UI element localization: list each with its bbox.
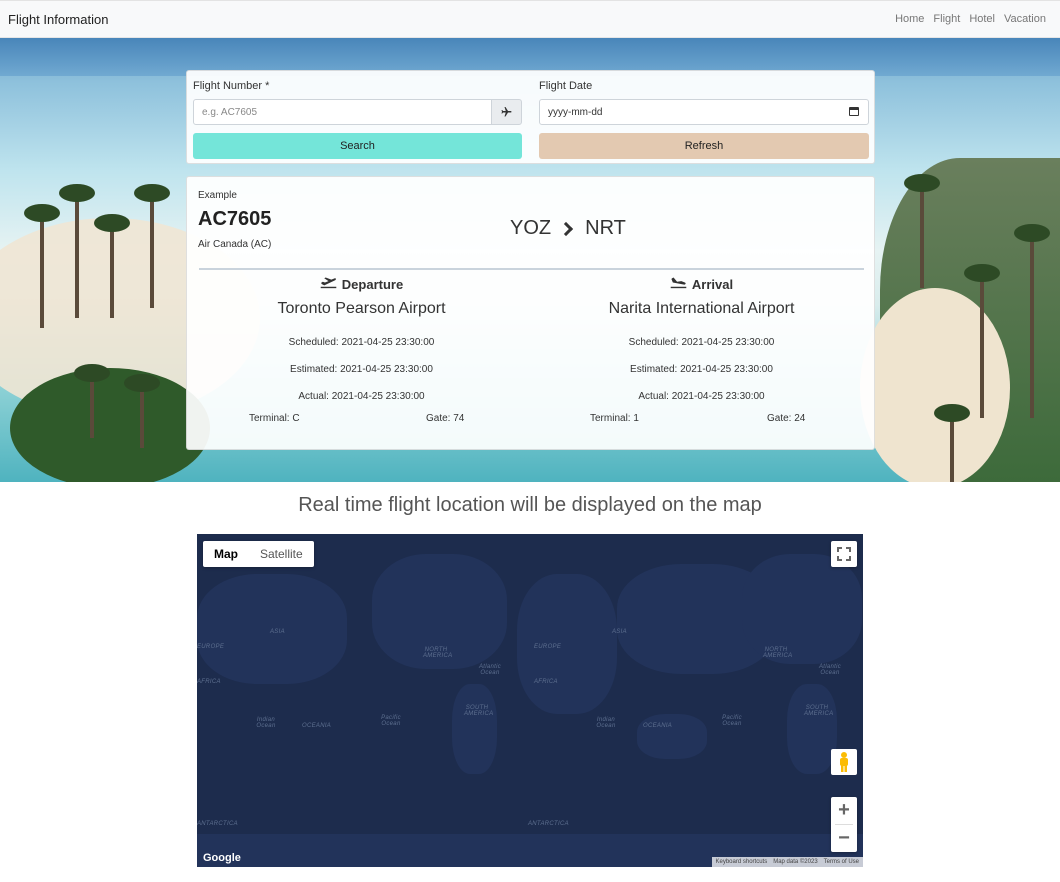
map-label-africa: AFRICA	[534, 679, 558, 685]
map-label-north-america: NORTH AMERICA	[423, 647, 453, 659]
map-type-control: Map Satellite	[203, 541, 314, 567]
destination-code: NRT	[585, 217, 626, 239]
map-label-asia: ASIA	[612, 629, 627, 635]
departure-airport: Toronto Pearson Airport	[277, 300, 446, 317]
map-label-oceania: OCEANIA	[302, 723, 332, 729]
divider	[199, 268, 864, 270]
search-button[interactable]: Search	[193, 133, 522, 159]
map-label-antarctica: ANTARCTICA	[528, 821, 569, 827]
airline-name: Air Canada (AC)	[198, 239, 272, 250]
map-label-pacific-ocean: Pacific Ocean	[722, 715, 742, 727]
calendar-icon[interactable]	[849, 107, 859, 116]
map-attribution: Keyboard shortcuts Map data ©2023 Terms …	[711, 857, 863, 867]
departure-gate: Gate: 74	[426, 413, 465, 424]
map-label-atlantic-ocean: Atlantic Ocean	[818, 664, 842, 676]
terms-of-use-link[interactable]: Terms of Use	[824, 859, 859, 865]
origin-code: YOZ	[510, 217, 552, 239]
map-label-north-america: NORTH AMERICA	[763, 647, 793, 659]
departure-actual: Actual: 2021-04-25 23:30:00	[298, 391, 425, 402]
map-label-europe: EUROPE	[534, 644, 562, 650]
street-view-pegman-button[interactable]	[831, 749, 857, 775]
flight-info-card: Example AC7605 Air Canada (AC) YOZ NRT D…	[186, 176, 875, 450]
map-type-map-button[interactable]: Map	[203, 541, 249, 567]
nav-link-vacation[interactable]: Vacation	[1004, 13, 1046, 25]
map-label-antarctica: ANTARCTICA	[197, 821, 238, 827]
flight-number-input[interactable]: e.g. AC7605	[193, 99, 492, 125]
map-data-text: Map data ©2023	[773, 859, 818, 865]
world-map[interactable]: ASIA ASIA EUROPE EUROPE NORTH AMERICA NO…	[197, 534, 863, 867]
arrival-estimated: Estimated: 2021-04-25 23:30:00	[630, 364, 773, 375]
search-form-card: Flight Number * e.g. AC7605 Flight Date …	[186, 70, 875, 164]
map-caption: Real time flight location will be displa…	[298, 494, 762, 516]
google-logo[interactable]: Google	[203, 852, 241, 864]
departure-terminal: Terminal: C	[249, 413, 300, 424]
zoom-control: + −	[831, 797, 857, 852]
map-label-africa: AFRICA	[197, 679, 221, 685]
chevron-right-icon	[559, 221, 574, 236]
flight-date-label: Flight Date	[539, 80, 593, 92]
route: YOZ NRT	[510, 217, 626, 240]
arrival-heading: Arrival	[691, 276, 734, 292]
arrival-airport: Narita International Airport	[608, 300, 795, 317]
flight-date-input[interactable]: yyyy-mm-dd	[539, 99, 869, 125]
zoom-in-button[interactable]: +	[831, 797, 857, 824]
flight-number-label: Flight Number *	[193, 80, 270, 92]
arrival-gate: Gate: 24	[767, 413, 806, 424]
navbar: Flight Information Home Flight Hotel Vac…	[0, 0, 1060, 38]
map-label-oceania: OCEANIA	[643, 723, 673, 729]
map-label-south-america: SOUTH AMERICA	[804, 705, 834, 717]
refresh-button[interactable]: Refresh	[539, 133, 869, 159]
pegman-icon	[840, 752, 848, 772]
flight-number: AC7605	[198, 208, 272, 230]
plane-icon	[491, 99, 522, 125]
keyboard-shortcuts-link[interactable]: Keyboard shortcuts	[716, 859, 768, 865]
departure-scheduled: Scheduled: 2021-04-25 23:30:00	[288, 337, 435, 348]
map-label-south-america: SOUTH AMERICA	[464, 705, 494, 717]
departure-column: Departure Toronto Pearson Airport Schedu…	[189, 275, 534, 410]
map-label-asia: ASIA	[270, 629, 285, 635]
zoom-out-button[interactable]: −	[831, 825, 857, 852]
fullscreen-button[interactable]	[831, 541, 857, 567]
arrival-actual: Actual: 2021-04-25 23:30:00	[638, 391, 765, 402]
arrival-column: Arrival Narita International Airport Sch…	[529, 275, 874, 410]
example-label: Example	[198, 190, 237, 201]
map-label-atlantic-ocean: Atlantic Ocean	[478, 664, 502, 676]
arrival-scheduled: Scheduled: 2021-04-25 23:30:00	[628, 337, 775, 348]
nav-link-home[interactable]: Home	[895, 13, 924, 25]
map-label-pacific-ocean: Pacific Ocean	[381, 715, 401, 727]
nav-link-flight[interactable]: Flight	[933, 13, 960, 25]
brand-title[interactable]: Flight Information	[8, 12, 108, 27]
nav-link-hotel[interactable]: Hotel	[969, 13, 995, 25]
arrival-terminal: Terminal: 1	[590, 413, 639, 424]
departure-heading: Departure	[341, 276, 404, 292]
fullscreen-icon	[837, 547, 851, 561]
nav-links: Home Flight Hotel Vacation	[895, 13, 1046, 25]
departure-estimated: Estimated: 2021-04-25 23:30:00	[290, 364, 433, 375]
map-label-europe: EUROPE	[197, 644, 225, 650]
map-label-indian-ocean: Indian Ocean	[596, 717, 616, 729]
map-label-indian-ocean: Indian Ocean	[256, 717, 276, 729]
landing-icon	[670, 276, 687, 292]
takeoff-icon	[320, 276, 337, 292]
map-type-satellite-button[interactable]: Satellite	[249, 541, 314, 567]
